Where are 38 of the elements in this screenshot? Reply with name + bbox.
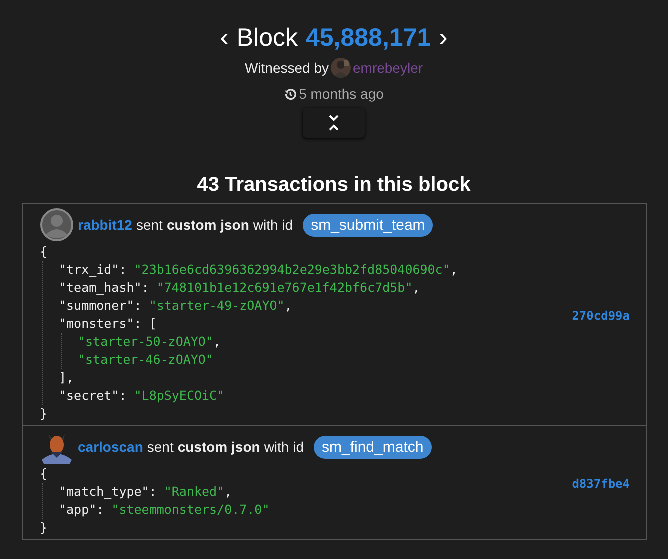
code-line: { xyxy=(40,243,48,261)
witnessed-label: Witnessed by xyxy=(244,60,329,76)
code-line: } xyxy=(40,405,48,423)
operation-type: custom json xyxy=(178,439,260,455)
collapse-icon xyxy=(328,114,340,132)
collapse-button[interactable] xyxy=(303,108,365,138)
code-line: ], xyxy=(59,369,74,387)
transaction-hash-link[interactable]: d837fbe4 xyxy=(572,476,630,490)
block-label: Block xyxy=(236,24,298,53)
code-line: "team_hash": "748101b1e12c691e767e1f42bf6c7d5b", xyxy=(59,279,420,297)
operation-id-badge: sm_submit_team xyxy=(303,214,434,236)
with-id-text: with id xyxy=(253,217,294,233)
code-line: "monsters": [ xyxy=(59,315,157,333)
code-line: "secret": "L8pSyECOiC" xyxy=(59,387,225,405)
verb-text: sent xyxy=(136,217,163,233)
code-line: "summoner": "starter-49-zOAYO", xyxy=(59,297,292,315)
operation-id-badge: sm_find_match xyxy=(314,436,432,458)
next-block-link[interactable]: › xyxy=(439,22,448,53)
witness-link[interactable]: emrebeyler xyxy=(353,60,424,76)
user-link[interactable]: carloscan xyxy=(78,439,144,455)
block-time: 5 months ago xyxy=(299,86,384,102)
code-line: "match_type": "Ranked", xyxy=(59,483,232,501)
history-icon xyxy=(284,88,298,100)
code-line: "trx_id": "23b16e6cd6396362994b2e29e3bb2fd85040690c", xyxy=(59,261,458,279)
user-link[interactable]: rabbit12 xyxy=(78,217,132,233)
block-number: 45,888,171 xyxy=(306,24,432,53)
code-line: "starter-50-zOAYO", xyxy=(78,333,221,351)
avatar-icon xyxy=(40,208,74,242)
operation-type: custom json xyxy=(166,217,250,233)
verb-text: sent xyxy=(147,439,174,455)
transaction-hash-link[interactable]: 270cd99a xyxy=(572,308,630,322)
previous-block-link[interactable]: ‹ xyxy=(220,22,229,53)
code-line: "app": "steemmonsters/0.7.0" xyxy=(59,501,270,519)
code-line: } xyxy=(40,519,48,537)
with-id-text: with id xyxy=(264,439,304,455)
code-line: { xyxy=(40,465,48,483)
transactions-title: 43 Transactions in this block xyxy=(196,174,472,197)
code-line: "starter-46-zOAYO" xyxy=(78,351,214,369)
